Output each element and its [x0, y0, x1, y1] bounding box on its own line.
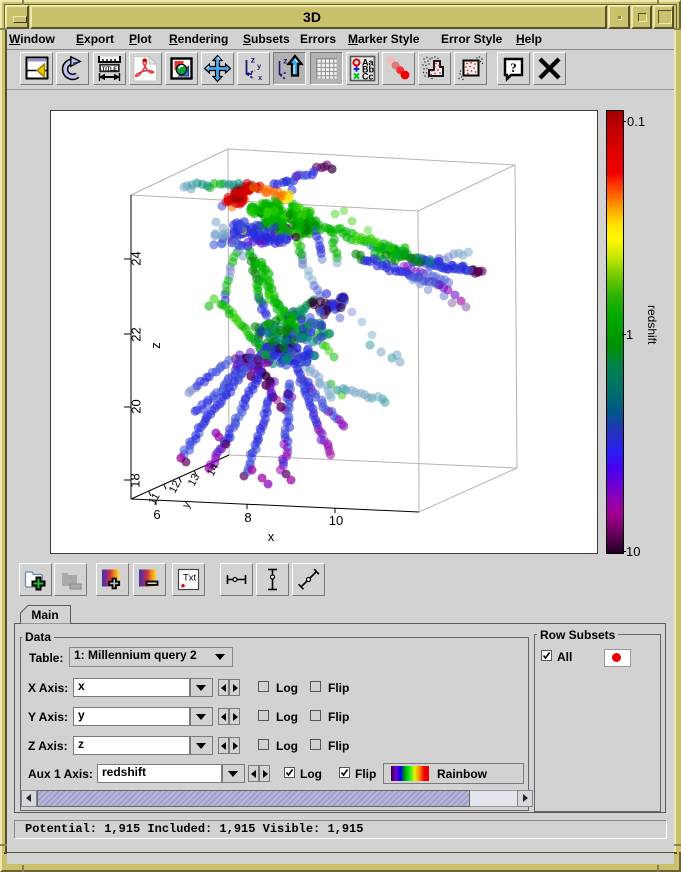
svg-text:x: x — [258, 75, 263, 83]
svg-text:y: y — [257, 64, 262, 72]
svg-text:z: z — [251, 57, 256, 66]
svg-text:Cc: Cc — [362, 72, 374, 82]
svg-text:Txt: Txt — [183, 573, 197, 584]
svg-text:TITLE: TITLE — [102, 66, 117, 72]
svg-text:?: ? — [510, 60, 517, 75]
svg-text:Main: Main — [31, 608, 58, 622]
svg-text:z: z — [283, 58, 288, 67]
